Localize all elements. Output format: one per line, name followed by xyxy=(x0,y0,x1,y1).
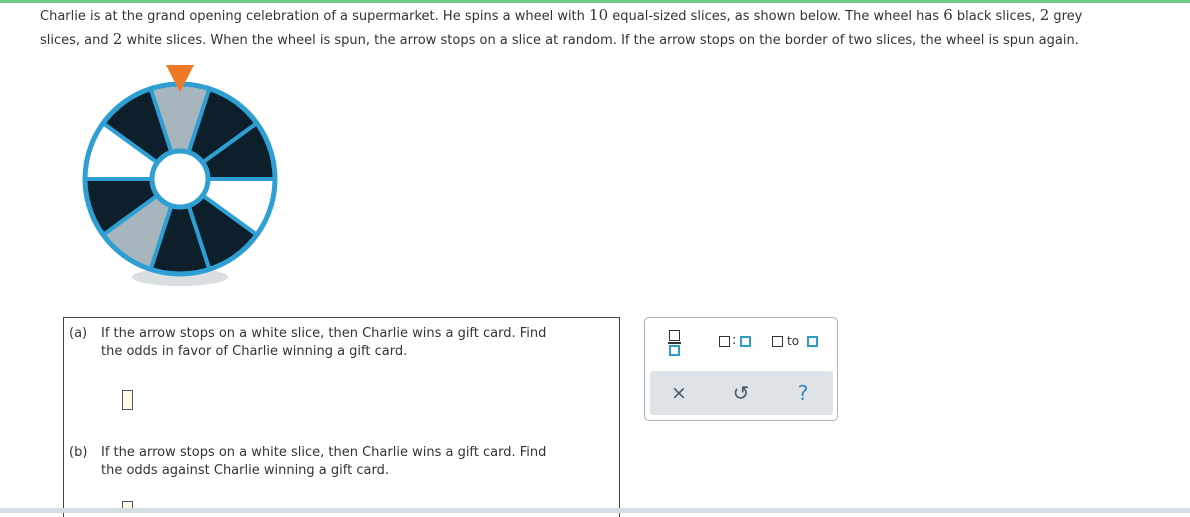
math-toolbar: : to × ↺ ? xyxy=(644,317,838,421)
ratio-left-box-icon xyxy=(719,336,730,347)
question-b: (b) If the arrow stops on a white slice,… xyxy=(69,444,609,480)
clear-icon[interactable]: × xyxy=(664,378,694,408)
spinner-wheel xyxy=(82,65,278,286)
question-a-text: If the arrow stops on a white slice, the… xyxy=(101,326,547,341)
problem-text-part: black slices, xyxy=(952,9,1040,24)
odds-to-label: to xyxy=(787,334,800,348)
problem-text-part: white slices. When the wheel is spun, th… xyxy=(122,33,1079,48)
ratio-right-box-icon xyxy=(740,336,751,347)
answer-a-input[interactable] xyxy=(122,390,133,410)
fraction-button[interactable] xyxy=(668,330,682,356)
question-b-text: If the arrow stops on a white slice, the… xyxy=(101,445,547,460)
problem-text-part: grey xyxy=(1049,9,1083,24)
odds-left-box-icon xyxy=(772,336,783,347)
odds-right-box-icon xyxy=(807,336,818,347)
slice-count: 10 xyxy=(589,6,609,24)
grey-count: 2 xyxy=(1039,6,1050,24)
problem-statement: Charlie is at the grand opening celebrat… xyxy=(40,4,1180,52)
question-a-label: (a) xyxy=(69,326,88,341)
question-b-text: the odds against Charlie winning a gift … xyxy=(101,463,389,478)
bottom-divider xyxy=(0,508,1190,513)
ratio-button[interactable]: : xyxy=(719,333,755,349)
question-a: (a) If the arrow stops on a white slice,… xyxy=(69,325,609,361)
white-count: 2 xyxy=(112,30,123,48)
odds-to-button[interactable]: to xyxy=(772,334,822,349)
problem-text-part: Charlie is at the grand opening celebrat… xyxy=(40,9,590,24)
help-icon[interactable]: ? xyxy=(788,378,818,408)
problem-text-part: equal-sized slices, as shown below. The … xyxy=(608,9,944,24)
black-count: 6 xyxy=(943,6,953,24)
action-bar: × ↺ ? xyxy=(650,371,833,415)
problem-text-part: slices, and xyxy=(40,33,113,48)
wheel-hub xyxy=(149,148,211,210)
question-b-label: (b) xyxy=(69,445,88,460)
question-a-text: the odds in favor of Charlie winning a g… xyxy=(101,344,408,359)
top-divider xyxy=(0,0,1190,3)
undo-icon[interactable]: ↺ xyxy=(726,378,756,408)
fraction-numerator-icon xyxy=(669,330,680,341)
ratio-colon: : xyxy=(732,333,737,348)
fraction-bar-icon xyxy=(668,342,681,344)
question-panel: (a) If the arrow stops on a white slice,… xyxy=(63,317,620,517)
fraction-denominator-icon xyxy=(669,345,680,356)
